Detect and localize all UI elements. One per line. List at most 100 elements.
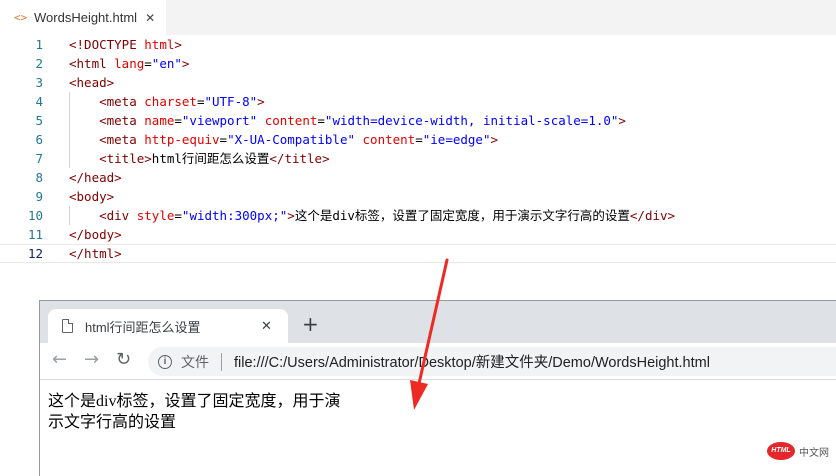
code-token: lang bbox=[114, 56, 145, 71]
code-line[interactable]: 7 <title>html行间距怎么设置</title> bbox=[0, 149, 836, 168]
code-line[interactable]: 1 <!DOCTYPE html> bbox=[0, 35, 836, 54]
info-icon[interactable]: i bbox=[158, 354, 172, 369]
code-token: = bbox=[174, 208, 182, 223]
code-token: "ie=edge" bbox=[422, 132, 491, 147]
code-token: "en" bbox=[151, 56, 182, 71]
line-number: 1 bbox=[35, 37, 43, 52]
code-line[interactable]: 6 <meta http-equiv="X-UA-Compatible" con… bbox=[0, 130, 836, 149]
code-text: </body> bbox=[69, 225, 122, 244]
code-line[interactable]: 3 <head> bbox=[0, 73, 836, 92]
code-line[interactable]: 4 <meta charset="UTF-8"> bbox=[0, 92, 836, 111]
browser-window: html行间距怎么设置 ✕ + ← → ↻ i 文件 file:///C:/Us… bbox=[39, 300, 836, 476]
code-token: <body> bbox=[69, 189, 115, 204]
watermark-logo: HTML bbox=[767, 442, 795, 460]
code-text: <head> bbox=[69, 73, 114, 92]
line-number: 9 bbox=[35, 189, 43, 204]
code-token: > bbox=[490, 132, 499, 147]
code-token: > bbox=[618, 113, 626, 128]
code-token: <html bbox=[69, 56, 115, 71]
code-token: > bbox=[174, 37, 182, 52]
code-token: "viewport" bbox=[181, 113, 258, 128]
code-token: <head> bbox=[69, 75, 115, 90]
code-token: <meta bbox=[99, 113, 145, 128]
code-token: </html> bbox=[69, 246, 122, 261]
code-text: <meta http-equiv="X-UA-Compatible" conte… bbox=[69, 130, 498, 149]
code-token: > bbox=[287, 208, 295, 223]
code-text: <div style="width:300px;">这个是div标签，设置了固定… bbox=[69, 206, 675, 225]
new-tab-button[interactable]: + bbox=[302, 314, 319, 334]
close-icon[interactable]: ✕ bbox=[261, 319, 272, 334]
code-token: name bbox=[144, 113, 175, 128]
indent-guide bbox=[69, 206, 70, 225]
code-text: <meta name="viewport" content="width=dev… bbox=[69, 111, 626, 130]
browser-toolbar: ← → ↻ i 文件 file:///C:/Users/Administrato… bbox=[40, 343, 836, 380]
code-area[interactable]: 1 <!DOCTYPE html> 2 <html lang="en"> 3 <head>… bbox=[0, 35, 836, 263]
code-line[interactable]: 8 </head> bbox=[0, 168, 836, 187]
line-number: 2 bbox=[35, 56, 43, 71]
code-token: html行间距怎么设置 bbox=[151, 151, 270, 166]
code-token: = bbox=[317, 113, 325, 128]
watermark-text: 中文网 bbox=[799, 447, 829, 459]
line-number: 3 bbox=[35, 75, 43, 90]
line-number: 11 bbox=[27, 227, 43, 242]
code-text: </head> bbox=[69, 168, 122, 187]
code-token: <title> bbox=[99, 151, 152, 166]
code-token: charset bbox=[144, 94, 197, 109]
code-line[interactable]: 11 </body> bbox=[0, 225, 836, 244]
back-arrow-icon[interactable]: ← bbox=[52, 350, 67, 370]
code-token: "width:300px;" bbox=[181, 208, 288, 223]
demo-div-text: 这个是div标签，设置了固定宽度，用于演示文字行高的设置 bbox=[48, 393, 341, 431]
url-text[interactable]: file:///C:/Users/Administrator/Desktop/新… bbox=[234, 351, 710, 372]
code-line[interactable]: 2 <html lang="en"> bbox=[0, 54, 836, 73]
code-editor[interactable]: <> WordsHeight.html ✕ 1 <!DOCTYPE html> 2 <… bbox=[0, 0, 836, 300]
code-line[interactable]: 5 <meta name="viewport" content="width=d… bbox=[0, 111, 836, 130]
editor-tab-filename: WordsHeight.html bbox=[34, 10, 138, 25]
code-token: </div> bbox=[629, 208, 676, 223]
browser-tab[interactable]: html行间距怎么设置 ✕ bbox=[48, 309, 288, 343]
code-text: <body> bbox=[69, 187, 114, 206]
code-line[interactable]: 12 </html> bbox=[0, 244, 836, 263]
browser-tab-title: html行间距怎么设置 bbox=[85, 319, 201, 335]
code-token: content bbox=[264, 113, 318, 128]
html-file-icon: <> bbox=[14, 11, 28, 24]
code-token: = bbox=[219, 132, 228, 147]
code-text: <!DOCTYPE html> bbox=[69, 35, 182, 54]
code-line[interactable]: 9 <body> bbox=[0, 187, 836, 206]
line-number: 4 bbox=[35, 94, 43, 109]
close-icon[interactable]: ✕ bbox=[145, 11, 155, 25]
code-token: </body> bbox=[69, 227, 122, 242]
code-text: <html lang="en"> bbox=[69, 54, 189, 73]
code-token: "X-UA-Compatible" bbox=[227, 132, 355, 147]
code-token: <meta bbox=[99, 94, 145, 109]
code-line[interactable]: 10 <div style="width:300px;">这个是div标签，设置… bbox=[0, 206, 836, 225]
browser-tab-strip: html行间距怎么设置 ✕ + bbox=[40, 301, 836, 343]
line-number: 12 bbox=[27, 246, 43, 261]
reload-icon[interactable]: ↻ bbox=[116, 350, 131, 370]
code-token: 这个是div标签，设置了固定宽度，用于演示文字行高的设置 bbox=[294, 208, 630, 223]
code-token: <div bbox=[99, 208, 137, 223]
page-icon bbox=[62, 319, 73, 333]
code-token: http-equiv bbox=[144, 132, 220, 147]
forward-arrow-icon[interactable]: → bbox=[84, 350, 99, 370]
code-token: = bbox=[415, 132, 423, 147]
code-token: html bbox=[144, 37, 175, 52]
code-token: > bbox=[257, 94, 265, 109]
code-text: <title>html行间距怎么设置</title> bbox=[69, 149, 330, 168]
page-content: 这个是div标签，设置了固定宽度，用于演示文字行高的设置 bbox=[40, 381, 836, 476]
code-token: content bbox=[362, 132, 416, 147]
address-bar[interactable]: i 文件 file:///C:/Users/Administrator/Desk… bbox=[148, 347, 836, 376]
line-number: 10 bbox=[27, 208, 43, 223]
site-watermark: HTML 中文网 bbox=[767, 442, 829, 460]
line-number: 6 bbox=[35, 132, 43, 147]
line-number: 5 bbox=[35, 113, 43, 128]
editor-file-tab[interactable]: <> WordsHeight.html ✕ bbox=[0, 0, 166, 35]
code-text: <meta charset="UTF-8"> bbox=[69, 92, 265, 111]
code-text: </html> bbox=[69, 245, 122, 262]
